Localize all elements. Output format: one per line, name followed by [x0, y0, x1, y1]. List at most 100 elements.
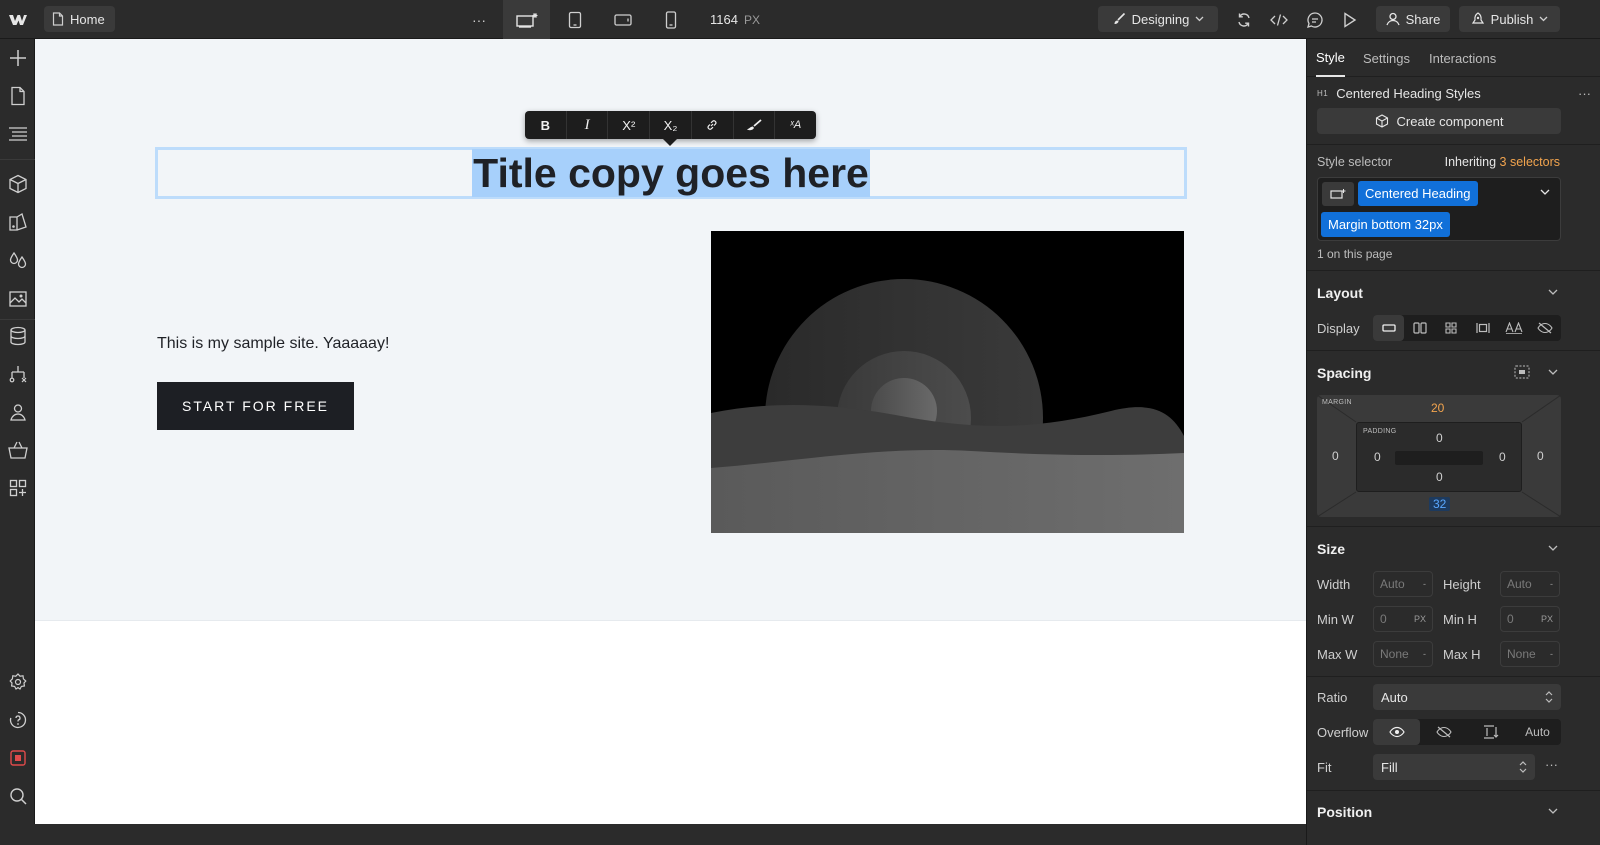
logic-flows-icon[interactable] [0, 359, 35, 389]
help-icon[interactable] [0, 705, 35, 735]
bold-button[interactable]: B [525, 111, 567, 139]
mobile-landscape-breakpoint-icon[interactable] [608, 0, 638, 39]
sync-icon[interactable] [1230, 0, 1258, 39]
style-selector-field[interactable]: Centered Heading Margin bottom 32px [1317, 177, 1561, 241]
position-section-title[interactable]: Position [1317, 804, 1372, 820]
margin-bottom-value[interactable]: 32 [1429, 497, 1451, 511]
width-unit[interactable]: - [1423, 579, 1426, 589]
swatches-icon[interactable] [0, 245, 35, 275]
padding-top-value[interactable]: 0 [1436, 431, 1443, 445]
start-for-free-button[interactable]: START FOR FREE [157, 382, 354, 430]
padding-bottom-value[interactable]: 0 [1436, 470, 1443, 484]
overflow-hidden-icon[interactable] [1420, 719, 1467, 745]
hero-placeholder-image[interactable] [711, 231, 1184, 533]
subscript-button[interactable]: X₂ [650, 111, 692, 139]
pages-icon[interactable] [0, 81, 35, 111]
record-stop-icon[interactable] [0, 743, 35, 773]
style-selectors-icon[interactable] [0, 207, 35, 237]
padding-right-value[interactable]: 0 [1499, 450, 1506, 464]
preview-play-icon[interactable] [1336, 0, 1364, 39]
display-inline-block-icon[interactable] [1467, 315, 1498, 341]
users-icon[interactable] [0, 397, 35, 427]
search-icon[interactable] [0, 781, 35, 811]
chevron-down-icon[interactable] [1540, 189, 1550, 195]
tab-style[interactable]: Style [1316, 39, 1345, 77]
overflow-auto-option[interactable]: Auto [1514, 719, 1561, 745]
body-paragraph[interactable]: This is my sample site. Yaaaaay! [157, 335, 389, 353]
clear-formatting-button[interactable]: ˣA [775, 111, 816, 139]
display-none-icon[interactable] [1530, 315, 1561, 341]
fit-select[interactable]: Fill [1373, 754, 1535, 780]
assets-icon[interactable] [0, 283, 35, 313]
create-component-button[interactable]: Create component [1317, 108, 1561, 134]
chevron-down-icon[interactable] [1548, 289, 1558, 295]
page-heading[interactable]: Title copy goes here [472, 149, 870, 197]
padding-left-value[interactable]: 0 [1374, 450, 1381, 464]
code-icon[interactable] [1265, 0, 1293, 39]
min-width-field[interactable]: 0 PX [1373, 606, 1433, 632]
apps-icon[interactable] [0, 473, 35, 503]
overflow-visible-icon[interactable] [1373, 719, 1420, 745]
element-more-icon[interactable]: ··· [1578, 86, 1591, 101]
chevron-down-icon[interactable] [1548, 808, 1558, 814]
ecommerce-basket-icon[interactable] [0, 435, 35, 465]
share-button[interactable]: Share [1376, 6, 1450, 32]
size-section-title[interactable]: Size [1317, 541, 1345, 557]
heading-selection-outline[interactable]: Title copy goes here [155, 147, 1187, 199]
tab-settings[interactable]: Settings [1363, 39, 1410, 77]
selector-chip-margin-bottom[interactable]: Margin bottom 32px [1321, 212, 1450, 237]
cms-database-icon[interactable] [0, 321, 35, 351]
display-block-icon[interactable] [1373, 315, 1405, 341]
ratio-select[interactable]: Auto [1373, 684, 1561, 710]
margin-right-value[interactable]: 0 [1537, 449, 1544, 463]
settings-gear-icon[interactable] [0, 667, 35, 697]
display-flex-icon[interactable] [1404, 315, 1435, 341]
mode-switcher-button[interactable]: Designing [1098, 6, 1218, 32]
max-height-field[interactable]: None - [1500, 641, 1560, 667]
max-width-unit[interactable]: - [1423, 649, 1426, 659]
chevron-down-icon[interactable] [1548, 369, 1558, 375]
selector-chip-centered-heading[interactable]: Centered Heading [1358, 181, 1478, 206]
add-elements-icon[interactable] [0, 43, 35, 73]
components-icon[interactable] [0, 169, 35, 199]
max-height-unit[interactable]: - [1550, 649, 1553, 659]
more-options-button[interactable]: ··· [466, 0, 492, 39]
link-button[interactable] [692, 111, 734, 139]
min-width-unit[interactable]: PX [1414, 614, 1426, 624]
inheriting-info[interactable]: Inheriting 3 selectors [1445, 155, 1560, 169]
mode-label: Designing [1131, 11, 1190, 27]
hero-section[interactable]: B I X² X₂ ˣA Title copy goes here This i… [35, 39, 1306, 621]
navigator-icon[interactable] [0, 119, 35, 149]
tab-interactions[interactable]: Interactions [1429, 39, 1496, 77]
height-field[interactable]: Auto - [1500, 571, 1560, 597]
spacing-preset-icon[interactable] [1514, 365, 1530, 379]
max-width-field[interactable]: None - [1373, 641, 1433, 667]
height-unit[interactable]: - [1550, 579, 1553, 589]
canvas-width-readout[interactable]: 1164 PX [710, 0, 760, 39]
chevron-down-icon[interactable] [1548, 545, 1558, 551]
selector-state-icon[interactable] [1322, 182, 1354, 206]
superscript-button[interactable]: X² [608, 111, 651, 139]
spacing-section-title[interactable]: Spacing [1317, 365, 1371, 381]
margin-left-value[interactable]: 0 [1332, 449, 1339, 463]
layout-section-title[interactable]: Layout [1317, 285, 1363, 301]
publish-button[interactable]: Publish [1459, 6, 1560, 32]
mobile-portrait-breakpoint-icon[interactable] [656, 0, 686, 39]
display-inline-icon[interactable] [1498, 315, 1529, 341]
text-color-button[interactable] [734, 111, 776, 139]
width-field[interactable]: Auto - [1373, 571, 1433, 597]
margin-top-value[interactable]: 20 [1431, 401, 1444, 415]
overflow-scroll-icon[interactable] [1467, 719, 1514, 745]
webflow-logo[interactable] [0, 0, 35, 39]
comments-icon[interactable] [1301, 0, 1329, 39]
min-height-unit[interactable]: PX [1541, 614, 1553, 624]
tablet-breakpoint-icon[interactable] [560, 0, 590, 39]
desktop-breakpoint-icon[interactable] [503, 0, 550, 39]
design-canvas[interactable]: B I X² X₂ ˣA Title copy goes here This i… [35, 39, 1306, 824]
display-grid-icon[interactable] [1436, 315, 1467, 341]
min-height-field[interactable]: 0 PX [1500, 606, 1560, 632]
italic-button[interactable]: I [567, 111, 609, 139]
page-switcher-button[interactable]: Home [44, 6, 115, 32]
panel-divider [1307, 526, 1600, 527]
fit-more-icon[interactable]: ··· [1545, 757, 1558, 772]
